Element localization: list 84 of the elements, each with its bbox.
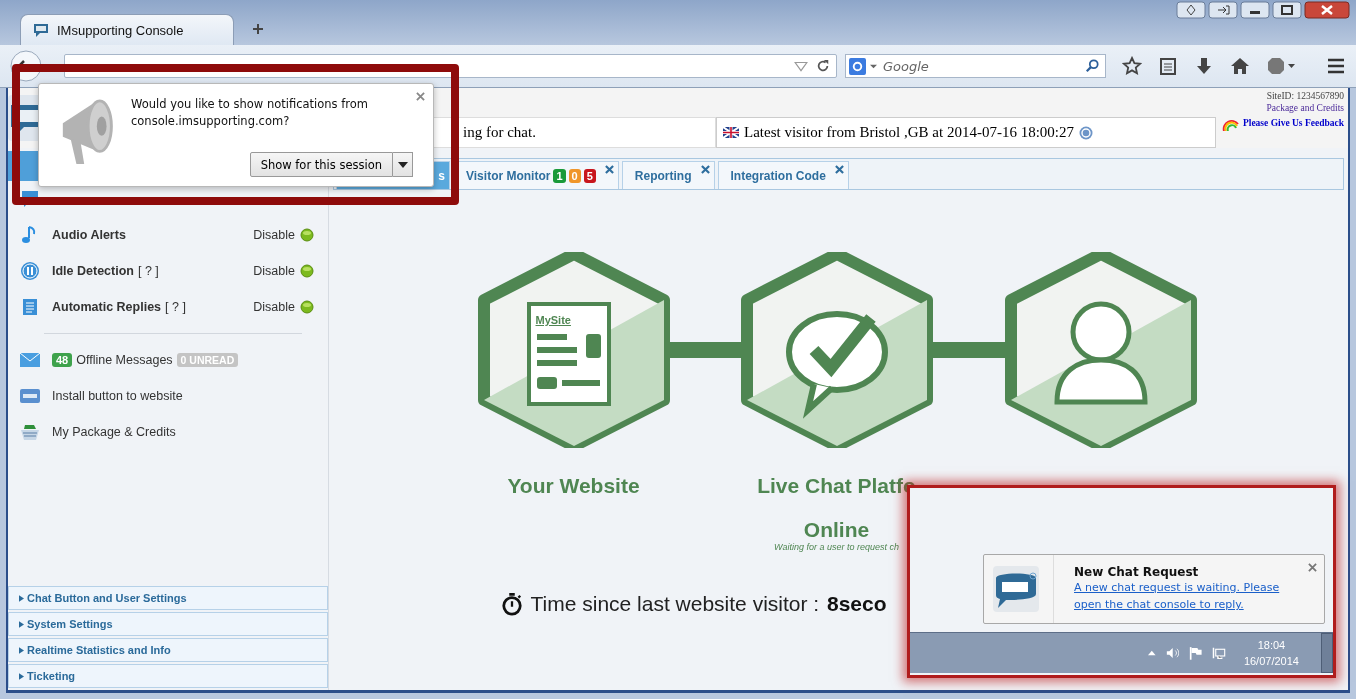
search-engine-icon[interactable] bbox=[849, 57, 866, 75]
envelope-icon bbox=[20, 350, 40, 370]
maximize-icon[interactable] bbox=[1272, 0, 1302, 20]
caret-icon bbox=[19, 620, 24, 628]
help-link[interactable]: [ ? ] bbox=[165, 300, 186, 314]
help-icon[interactable] bbox=[1079, 125, 1093, 140]
setting-value: Disable bbox=[253, 300, 295, 314]
clock-time: 18:04 bbox=[1257, 638, 1286, 653]
clock-date: 16/07/2014 bbox=[1243, 654, 1299, 669]
search-icon[interactable] bbox=[1085, 59, 1099, 73]
code-file-icon bbox=[20, 386, 40, 406]
count-badge: 1 bbox=[553, 168, 566, 183]
caret-icon bbox=[19, 594, 24, 602]
setting-value: Disable bbox=[253, 228, 295, 242]
timer-label: Time since last website visitor : bbox=[530, 592, 821, 616]
site-label: MySite bbox=[535, 314, 571, 326]
setting-label: Automatic Replies bbox=[52, 300, 162, 314]
status-note: Waiting for a user to request ch bbox=[774, 542, 899, 552]
star-icon[interactable] bbox=[1122, 56, 1142, 76]
setting-label: Audio Alerts bbox=[52, 228, 126, 242]
count-badge: 0 bbox=[568, 168, 581, 183]
status-dot-icon[interactable] bbox=[300, 264, 314, 278]
accordion-header[interactable]: System Settings bbox=[8, 612, 328, 636]
caret-icon bbox=[397, 161, 408, 168]
stage-label: Your Website bbox=[507, 474, 640, 498]
caret-icon bbox=[870, 62, 877, 70]
stopwatch-icon bbox=[500, 592, 523, 616]
feedback-link[interactable]: Please Give Us Feedback bbox=[1242, 118, 1344, 128]
setting-label: Idle Detection bbox=[52, 264, 134, 278]
minimize-icon[interactable] bbox=[1240, 0, 1270, 20]
close-icon[interactable] bbox=[604, 165, 614, 174]
unread-badge: 0 UNREAD bbox=[176, 353, 239, 367]
home-icon[interactable] bbox=[1230, 56, 1250, 76]
status-dot-icon[interactable] bbox=[300, 228, 314, 242]
dropdown-button[interactable] bbox=[393, 152, 413, 177]
notification-message: Would you like to show notifications from console.imsupporting.com? bbox=[131, 96, 369, 130]
new-tab-icon[interactable] bbox=[252, 23, 264, 35]
site-id-text: SiteID: 1234567890 bbox=[1266, 91, 1344, 101]
sidebar-link[interactable]: Offline Messages bbox=[76, 353, 173, 367]
toast-message-link[interactable]: A new chat request is waiting. Please open the chat console to reply. bbox=[1074, 579, 1310, 613]
download-icon[interactable] bbox=[1194, 56, 1214, 76]
help-link[interactable]: [ ? ] bbox=[137, 264, 159, 278]
close-icon[interactable] bbox=[1308, 563, 1317, 572]
close-icon[interactable] bbox=[834, 165, 844, 174]
flag-icon bbox=[723, 127, 739, 138]
accordion-header[interactable]: Chat Button and User Settings bbox=[8, 586, 328, 610]
reload-icon[interactable] bbox=[816, 59, 830, 73]
search-field[interactable]: Google bbox=[845, 54, 1106, 78]
up-arrow-icon[interactable] bbox=[1148, 650, 1156, 656]
caret-icon bbox=[19, 646, 24, 654]
network-icon[interactable] bbox=[1212, 646, 1226, 660]
browser-tab[interactable]: IMsupporting Console bbox=[20, 14, 234, 45]
close-icon[interactable] bbox=[416, 92, 425, 101]
accordion-header[interactable]: Realtime Statistics and Info bbox=[8, 638, 328, 662]
clipboard-icon[interactable] bbox=[1158, 56, 1178, 76]
resize-icon[interactable] bbox=[1176, 0, 1206, 20]
status-text: Online bbox=[803, 518, 870, 542]
search-input[interactable]: Google bbox=[881, 57, 1081, 75]
timer-value: 8seco bbox=[827, 592, 887, 616]
adblock-icon[interactable] bbox=[1266, 56, 1296, 76]
package-link[interactable]: Package and Credits bbox=[1266, 103, 1344, 113]
toast-title: New Chat Request bbox=[1074, 565, 1200, 579]
sidebar-link[interactable]: Install button to website bbox=[52, 389, 183, 403]
menu-icon[interactable] bbox=[1326, 56, 1346, 76]
count-badge: 48 bbox=[52, 353, 73, 367]
close-icon[interactable] bbox=[700, 165, 710, 174]
sidebar-link[interactable]: My Package & Credits bbox=[52, 425, 176, 439]
accordion-header[interactable]: Ticketing bbox=[8, 664, 328, 688]
show-session-button[interactable]: Show for this session bbox=[249, 152, 393, 177]
speaker-icon[interactable] bbox=[1165, 646, 1179, 660]
close-icon[interactable] bbox=[1304, 0, 1350, 20]
content-tab[interactable]: Integration Code bbox=[717, 161, 849, 189]
content-tab[interactable]: Reporting bbox=[621, 161, 715, 189]
caret-icon bbox=[19, 672, 24, 680]
basket-icon bbox=[20, 422, 40, 442]
latest-visitor-text: Latest visitor from Bristol ,GB at 2014-07-16 18:00:27 bbox=[744, 124, 1074, 141]
dropdown-triangle-icon[interactable] bbox=[794, 59, 808, 73]
pause-icon bbox=[20, 261, 40, 281]
count-badge: 5 bbox=[583, 168, 596, 183]
flag-icon[interactable] bbox=[1189, 646, 1203, 660]
status-dot-icon[interactable] bbox=[300, 300, 314, 314]
scroll-icon bbox=[20, 297, 40, 317]
status-text: ing for chat. bbox=[463, 124, 536, 141]
setting-value: Disable bbox=[253, 264, 295, 278]
